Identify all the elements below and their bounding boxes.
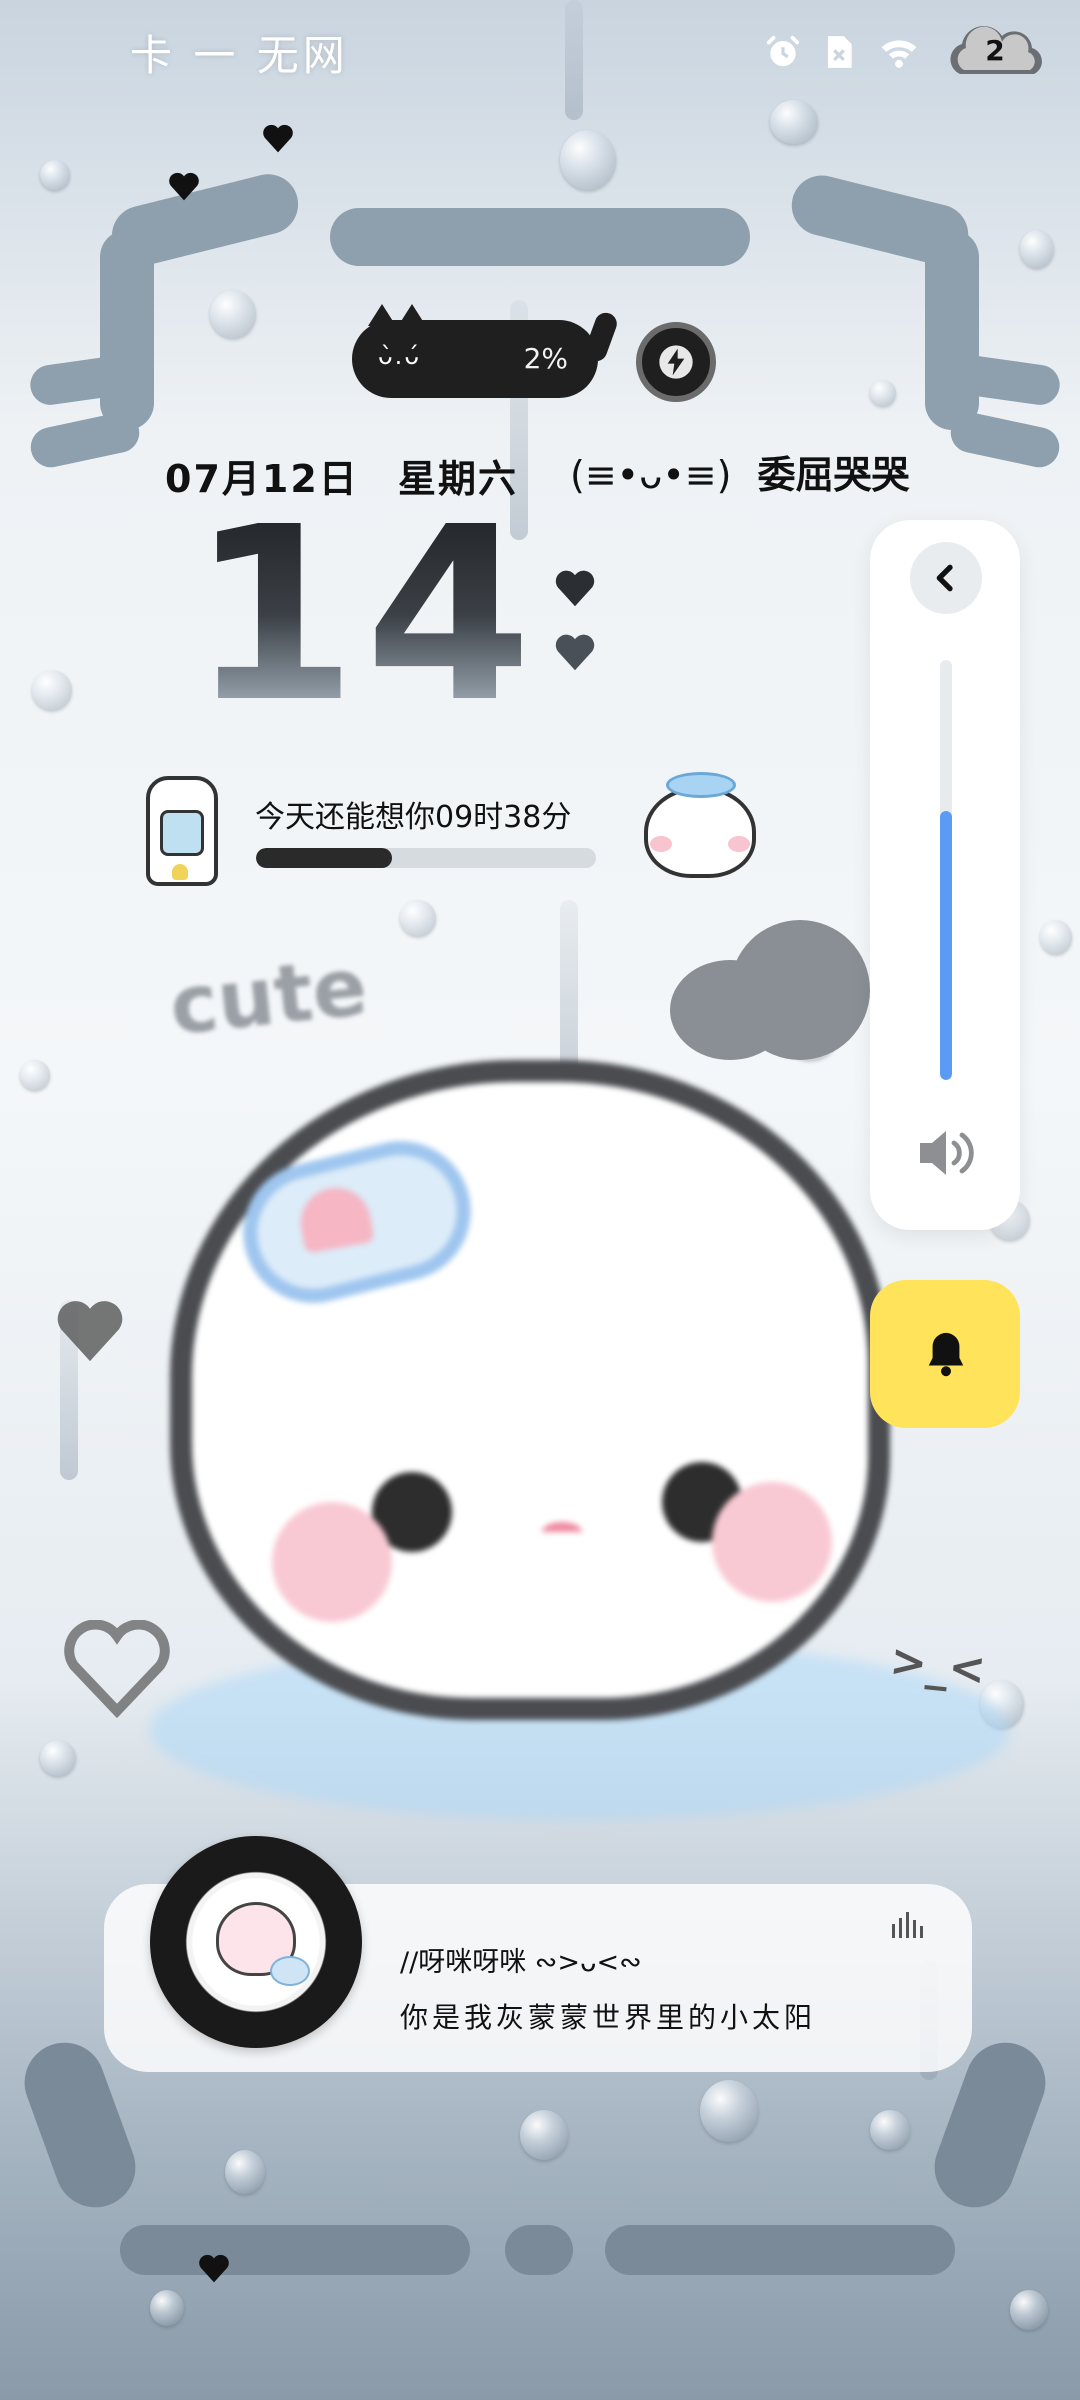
battery-pill: ᴗ̀.ᴗ́ 2% xyxy=(352,320,598,398)
volume-slider-fill xyxy=(940,811,952,1080)
clock-minute: 21 xyxy=(190,705,540,985)
lightning-icon xyxy=(659,345,693,379)
carrier-label: 卡 一 无网 xyxy=(130,31,349,80)
charging-button[interactable] xyxy=(636,322,716,402)
mood-emoticon: (≡•ᴗ•≡) xyxy=(570,453,732,497)
heart-icon xyxy=(169,172,199,201)
heart-icon xyxy=(57,1301,123,1362)
face-decoration: >_< xyxy=(887,1635,989,1696)
song-title: //呀咪呀咪 ∾>ᴗ<∾ xyxy=(400,1947,642,1978)
heart-icon xyxy=(263,124,293,153)
volume-panel xyxy=(870,520,1020,1230)
notification-count: 2 xyxy=(985,34,1005,67)
sick-cat-icon xyxy=(640,766,760,886)
equalizer-icon xyxy=(892,1912,923,1938)
volume-collapse-button[interactable] xyxy=(910,542,982,614)
ring-mode-button[interactable] xyxy=(870,1280,1020,1428)
battery-cat-face: ᴗ̀.ᴗ́ xyxy=(378,342,421,370)
countdown-text: 今天还能想你09时38分 xyxy=(255,800,572,835)
volume-slider[interactable] xyxy=(940,660,952,1080)
countdown-progress-fill xyxy=(256,848,392,868)
album-art-disc[interactable] xyxy=(150,1836,362,2048)
speaker-icon[interactable] xyxy=(914,1125,978,1181)
heart-icon xyxy=(555,570,595,607)
heart-icon xyxy=(555,634,595,671)
notification-cloud-badge[interactable]: 2 xyxy=(940,24,1050,80)
status-icons: 2 xyxy=(764,24,1050,80)
sim-icon xyxy=(827,36,852,68)
lock-screen-clock: 14 21 xyxy=(190,500,890,730)
cat-jar-icon xyxy=(146,776,218,886)
clock-separator xyxy=(540,500,610,730)
mood-label: 委屈哭哭 xyxy=(757,453,910,497)
bell-icon xyxy=(928,1332,964,1377)
crying-cat-illustration xyxy=(170,1060,890,1720)
rain-cloud-illustration xyxy=(670,920,870,1070)
countdown-progress-track xyxy=(256,848,596,868)
clock-hour: 14 xyxy=(190,475,540,755)
song-lyric: 你是我灰蒙蒙世界里的小太阳 xyxy=(400,2001,817,2034)
battery-percent: 2% xyxy=(523,342,568,375)
chevron-left-icon xyxy=(936,564,953,592)
heart-icon xyxy=(199,2254,229,2283)
alarm-icon xyxy=(766,35,800,67)
mood-status[interactable]: (≡•ᴗ•≡) 委屈哭哭 xyxy=(570,444,910,499)
heart-icon xyxy=(64,1620,170,1719)
status-bar: 卡 一 无网 2 xyxy=(0,0,1080,110)
wifi-icon xyxy=(881,40,917,68)
